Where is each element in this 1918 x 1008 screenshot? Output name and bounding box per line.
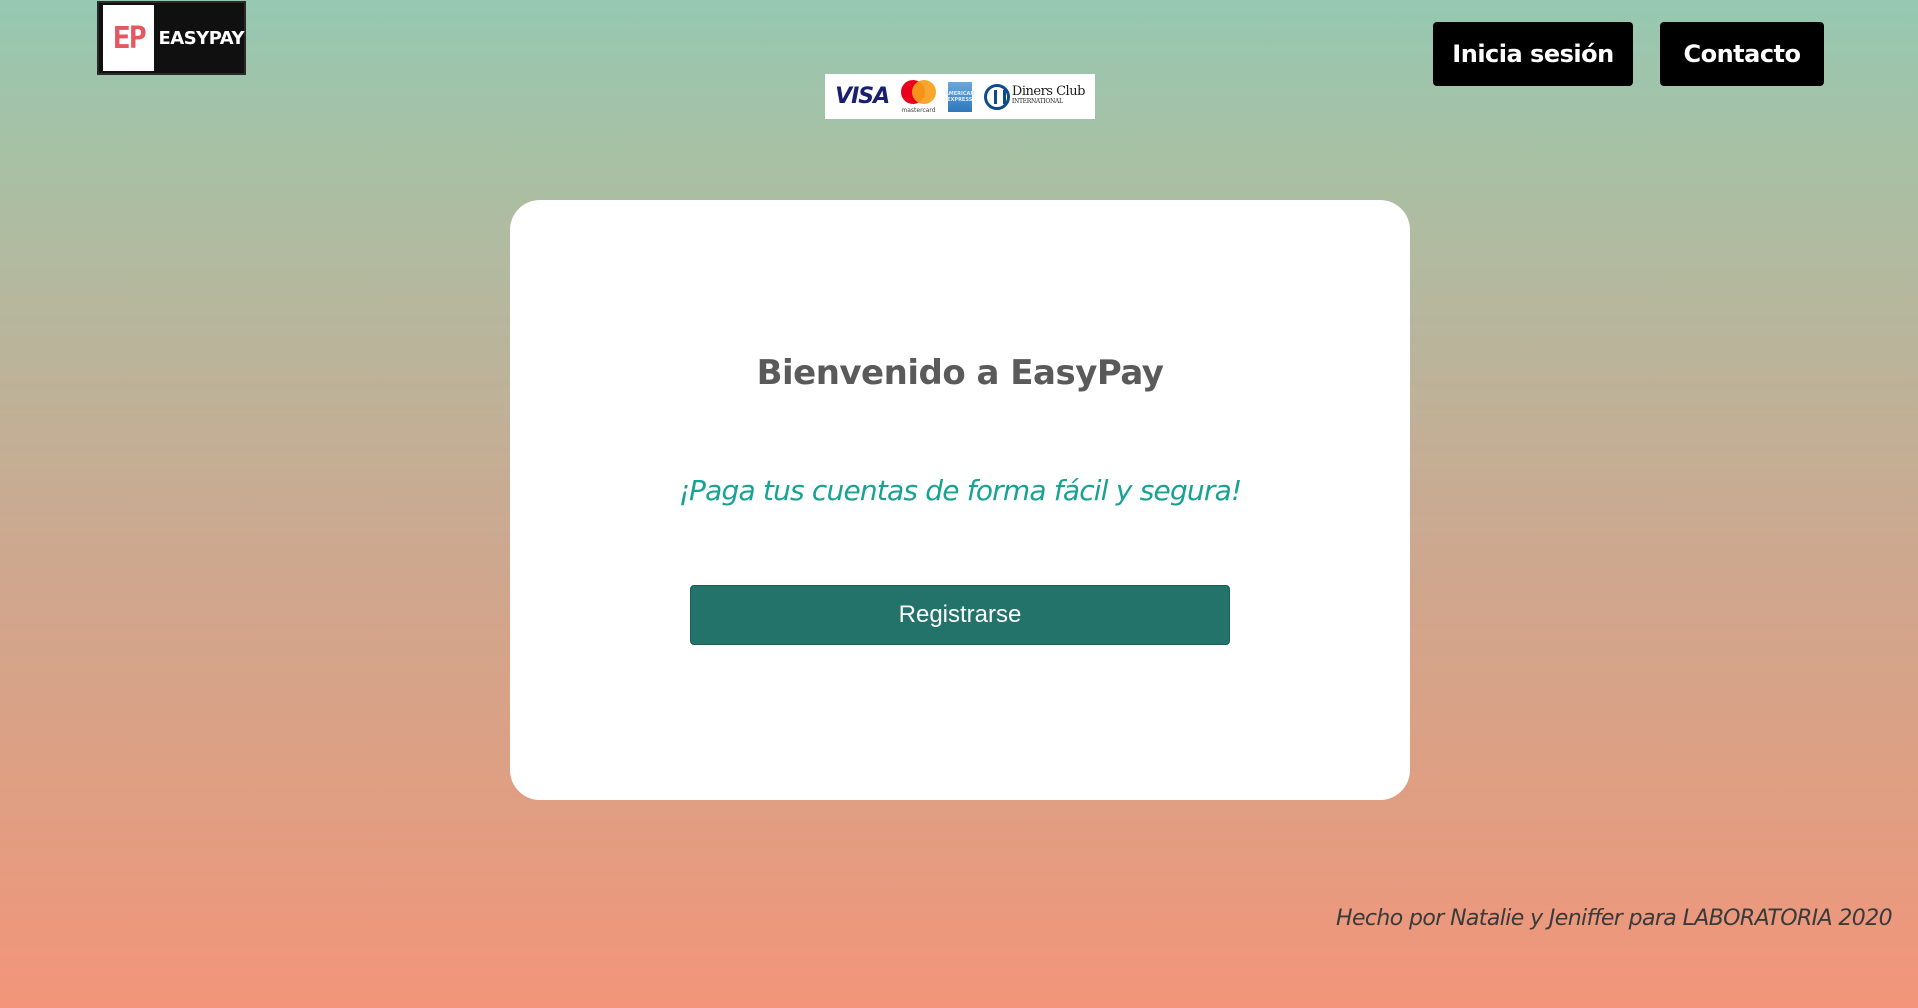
mastercard-circles-icon — [901, 79, 937, 108]
logo-wordmark: EASYPAY — [158, 27, 244, 49]
visa-logo: VISA — [835, 84, 890, 109]
welcome-card: Bienvenido a EasyPay ¡Paga tus cuentas d… — [510, 200, 1410, 800]
amex-label: AMERICAN EXPRESS — [944, 90, 975, 103]
easypay-logo[interactable]: EP EASYPAY — [97, 1, 246, 75]
contact-button[interactable]: Contacto — [1660, 22, 1824, 86]
register-button[interactable]: Registrarse — [690, 585, 1230, 645]
payment-brands-image: VISA mastercard AMERICAN EXPRESS Diners … — [825, 74, 1095, 119]
footer-credit: Hecho por Natalie y Jeniffer para LABORA… — [1336, 906, 1893, 931]
diners-circle-icon — [983, 83, 1010, 110]
diners-label: Diners Club — [1011, 83, 1085, 99]
mastercard-logo: mastercard — [901, 79, 937, 114]
welcome-title: Bienvenido a EasyPay — [756, 353, 1164, 393]
diners-club-logo: Diners Club INTERNATIONAL — [983, 83, 1085, 110]
mastercard-label: mastercard — [901, 106, 936, 114]
amex-logo: AMERICAN EXPRESS — [944, 81, 975, 112]
login-button[interactable]: Inicia sesión — [1433, 22, 1633, 86]
welcome-subtitle: ¡Paga tus cuentas de forma fácil y segur… — [678, 474, 1243, 507]
logo-mark: EP — [103, 5, 155, 71]
